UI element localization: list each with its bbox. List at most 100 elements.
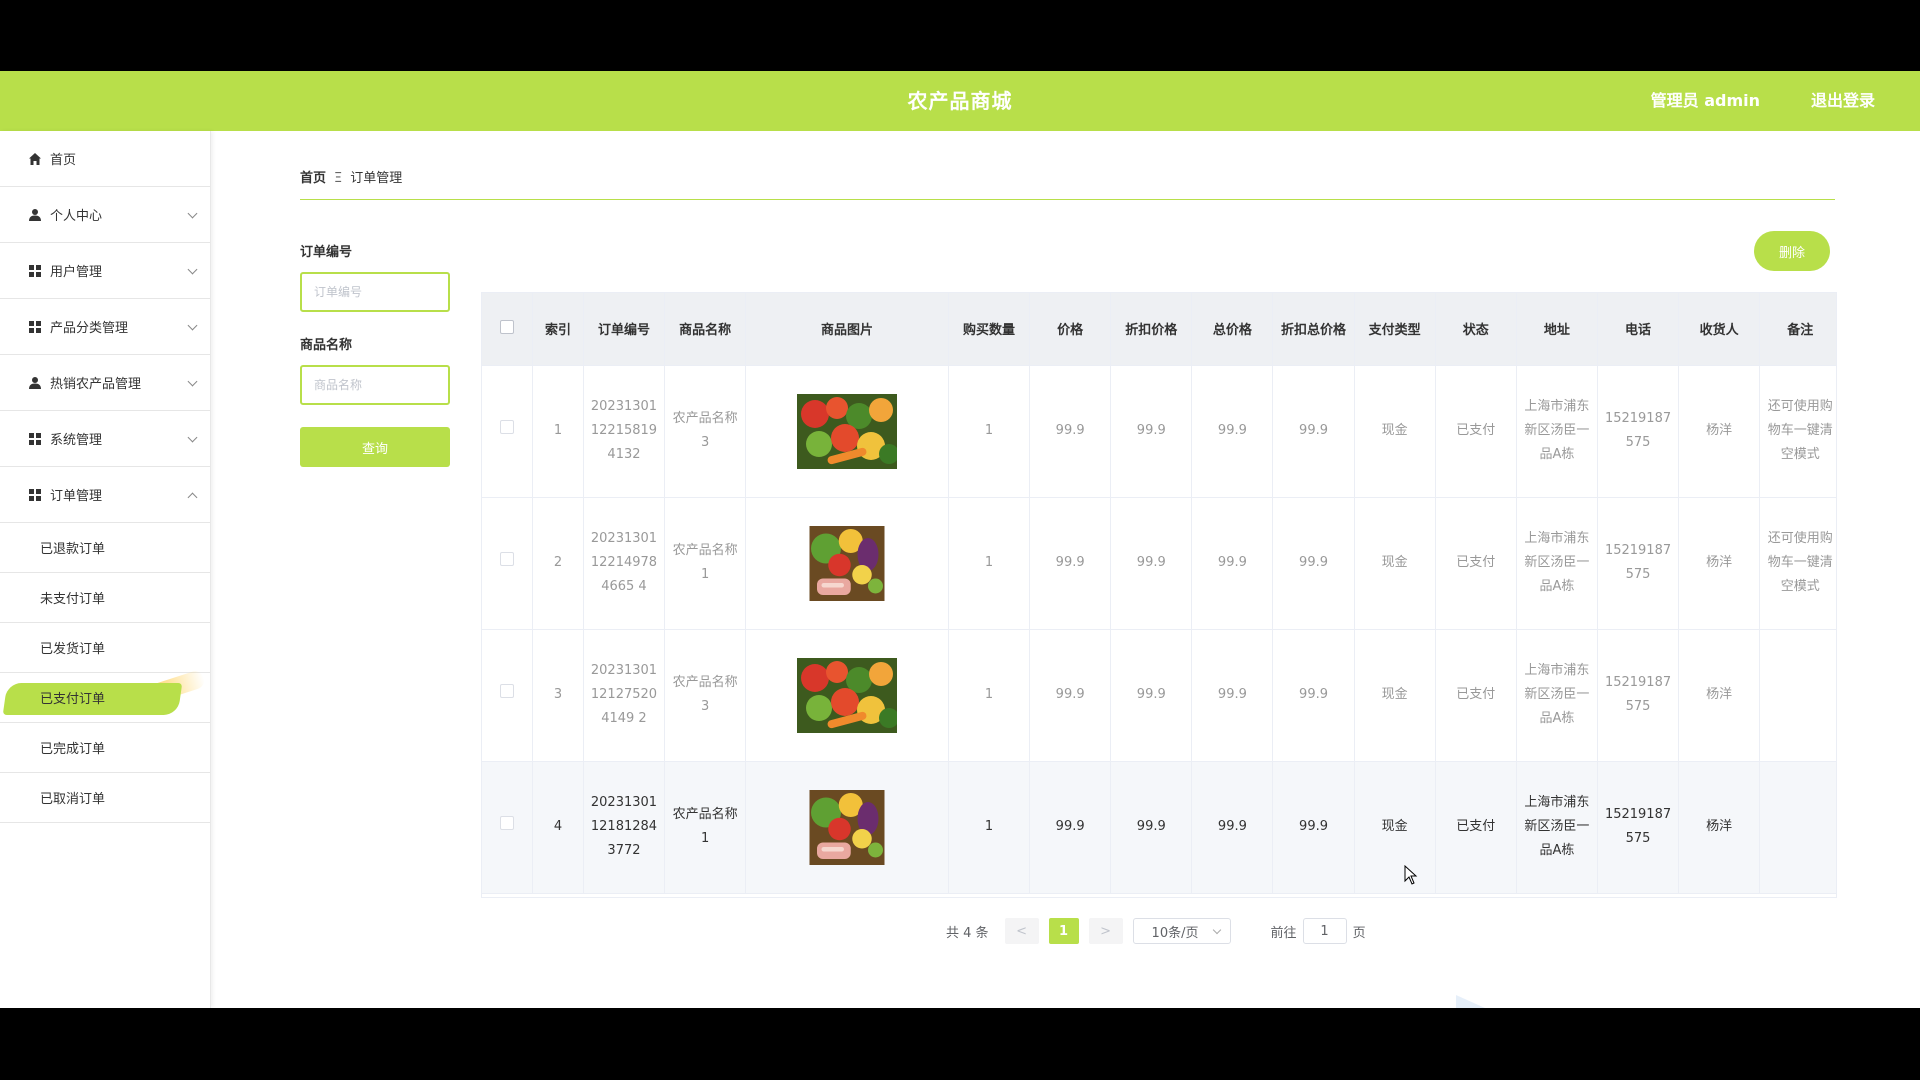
row-checkbox[interactable] — [500, 420, 515, 434]
row-select-cell[interactable] — [482, 365, 534, 498]
row-index-cell: 1 — [532, 365, 584, 498]
row-checkbox[interactable] — [500, 552, 515, 566]
row-index-cell: 4 — [532, 761, 584, 894]
column-header: 购买数量 — [948, 293, 1031, 366]
app-window: 农产品商城 管理员 admin 退出登录 首页 个人中心 用户管理 产品分类管理… — [0, 71, 1920, 1008]
row-checkbox[interactable] — [500, 816, 515, 830]
table-row[interactable]: 3 20231301121275204149 2 农产品名称3 1 99.9 99.9 99… — [482, 629, 1836, 762]
product-image-cell — [745, 497, 949, 630]
address-cell: 上海市浦东新区汤臣一品A栋 — [1516, 497, 1598, 630]
prev-page-button[interactable]: < — [1004, 918, 1039, 944]
page-size-select[interactable]: 10条/页 — [1132, 918, 1231, 944]
sidebar-item-category-management[interactable]: 产品分类管理 — [0, 299, 210, 355]
product-image-cell — [745, 629, 949, 762]
discount-total-price-cell: 99.9 — [1272, 761, 1355, 894]
price-cell: 99.9 — [1029, 365, 1112, 498]
order-number-cell: 20231301122158194132 — [583, 365, 666, 498]
product-name-label: 商品名称 — [300, 338, 353, 353]
sidebar-subitem-label: 已取消订单 — [40, 792, 106, 807]
mouse-cursor-icon — [1404, 864, 1418, 889]
table-row[interactable]: 4 20231301121812843772 农产品名称1 1 99.9 99.9 99.9… — [482, 761, 1836, 894]
chevron-down-icon — [187, 432, 198, 442]
discount-price-cell: 99.9 — [1110, 365, 1193, 498]
order-status-cell: 已支付 — [1435, 761, 1517, 894]
column-header: 商品图片 — [745, 293, 949, 366]
purchase-quantity-cell: 1 — [948, 365, 1031, 498]
sidebar-item-home[interactable]: 首页 — [0, 131, 210, 187]
discount-total-price-cell: 99.9 — [1272, 497, 1355, 630]
address-cell: 上海市浦东新区汤臣一品A栋 — [1516, 761, 1598, 894]
pagination-total: 共 4 条 — [946, 925, 989, 941]
sidebar-item-label: 个人中心 — [50, 209, 103, 224]
sidebar-item-user-management[interactable]: 用户管理 — [0, 243, 210, 299]
payment-type-cell: 现金 — [1354, 365, 1436, 498]
discount-total-price-cell: 99.9 — [1272, 365, 1355, 498]
goto-page-input[interactable] — [1302, 918, 1347, 944]
sidebar-subitem-completed[interactable]: 已完成订单 — [0, 723, 210, 773]
row-checkbox[interactable] — [500, 684, 515, 698]
sidebar-subitem-label: 已发货订单 — [40, 642, 106, 657]
app-title: 农产品商城 — [907, 89, 1013, 113]
sidebar-subitem-shipped[interactable]: 已发货订单 — [0, 623, 210, 673]
row-index-cell: 3 — [532, 629, 584, 762]
product-name-cell: 农产品名称1 — [664, 761, 747, 894]
payment-type-cell: 现金 — [1354, 497, 1436, 630]
sidebar-item-order-management[interactable]: 订单管理 — [0, 467, 210, 523]
remark-cell — [1759, 761, 1836, 894]
sidebar-subitem-cancelled[interactable]: 已取消订单 — [0, 773, 210, 823]
page-number-button[interactable]: 1 — [1048, 918, 1079, 944]
grid-icon — [28, 264, 42, 278]
chevron-down-icon — [187, 208, 198, 218]
sidebar-item-label: 系统管理 — [50, 433, 103, 448]
breadcrumb-divider — [300, 199, 1835, 200]
row-select-cell[interactable] — [482, 629, 534, 762]
watermark-logo-icon — [1450, 991, 1520, 1008]
logout-button[interactable]: 退出登录 — [1811, 71, 1875, 131]
vegetables-image — [809, 525, 885, 601]
sidebar-subitem-unpaid[interactable]: 未支付订单 — [0, 573, 210, 623]
select-all-cell[interactable] — [482, 293, 534, 366]
phone-cell: 15219187575 — [1597, 365, 1680, 498]
page-size-value: 10条/页 — [1151, 925, 1199, 941]
sidebar-subitem-label: 已支付订单 — [40, 692, 106, 707]
remark-cell: 还可使用购物车一键清空模式 — [1759, 365, 1836, 498]
remark-cell: 还可使用购物车一键清空模式 — [1759, 497, 1836, 630]
address-cell: 上海市浦东新区汤臣一品A栋 — [1516, 629, 1598, 762]
order-status-cell: 已支付 — [1435, 497, 1517, 630]
query-button[interactable]: 查询 — [300, 427, 450, 467]
pagination: 共 4 条 < 1 > 10条/页 前往 页 — [946, 917, 1366, 945]
sidebar-item-label: 产品分类管理 — [50, 321, 129, 336]
phone-cell: 15219187575 — [1597, 761, 1680, 894]
sidebar: 首页 个人中心 用户管理 产品分类管理 热销农产品管理 系统管理 订单管理 已退… — [0, 131, 211, 1008]
admin-label: 管理员 admin — [1650, 91, 1760, 110]
table-row[interactable]: 1 20231301122158194132 农产品名称3 1 99.9 99.9 99.9… — [482, 365, 1836, 498]
row-select-cell[interactable] — [482, 497, 534, 630]
order-no-input[interactable] — [300, 272, 450, 312]
column-header: 折扣总价格 — [1272, 293, 1355, 366]
grid-icon — [28, 432, 42, 446]
search-filter-panel: 订单编号 商品名称 查询 — [300, 241, 450, 467]
sidebar-item-system-management[interactable]: 系统管理 — [0, 411, 210, 467]
sidebar-subitem-refunded[interactable]: 已退款订单 — [0, 523, 210, 573]
chevron-down-icon — [1212, 925, 1221, 935]
row-select-cell[interactable] — [482, 761, 534, 894]
sidebar-item-personal-center[interactable]: 个人中心 — [0, 187, 210, 243]
product-name-input[interactable] — [300, 365, 450, 405]
table-header-row: 索引 订单编号 商品名称 商品图片 购买数量 价格 折扣价格 总价格 折扣总价格… — [482, 293, 1836, 366]
user-icon — [28, 376, 42, 390]
sidebar-subitem-paid[interactable]: 已支付订单 — [0, 668, 210, 723]
sidebar-subitem-label: 已退款订单 — [40, 542, 106, 557]
product-image-cell — [745, 365, 949, 498]
delete-button[interactable]: 删除 — [1754, 231, 1830, 271]
next-page-button[interactable]: > — [1088, 918, 1123, 944]
receiver-cell: 杨洋 — [1678, 365, 1761, 498]
sidebar-item-hot-products[interactable]: 热销农产品管理 — [0, 355, 210, 411]
chevron-down-icon — [187, 320, 198, 330]
remark-cell — [1759, 629, 1836, 762]
table-row[interactable]: 2 20231301122149784665 4 农产品名称1 1 99.9 99.9 99… — [482, 497, 1836, 630]
column-header: 索引 — [532, 293, 584, 366]
discount-price-cell: 99.9 — [1110, 761, 1193, 894]
select-all-checkbox[interactable] — [500, 319, 515, 334]
column-header: 地址 — [1516, 293, 1598, 366]
breadcrumb-home[interactable]: 首页 — [300, 171, 326, 186]
